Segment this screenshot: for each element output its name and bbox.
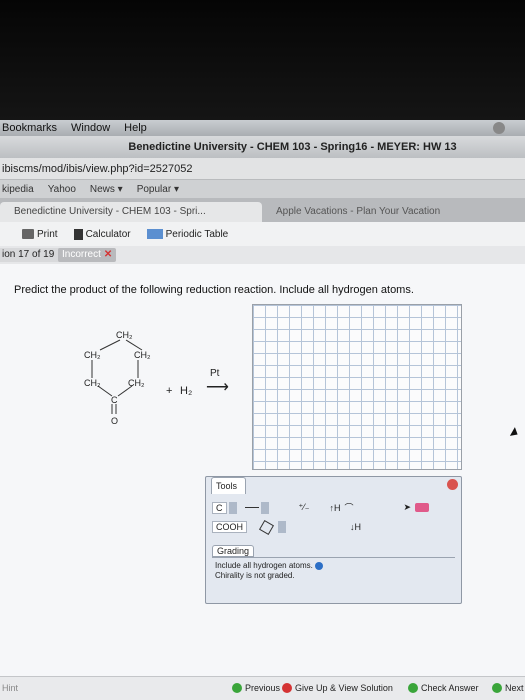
bookmark-popular[interactable]: Popular ▾	[137, 184, 179, 195]
reagent-h2: H₂	[180, 385, 192, 397]
remove-hydrogen-tool[interactable]: ↓H	[350, 522, 361, 532]
add-hydrogen-tool[interactable]: ↑H	[330, 503, 341, 513]
drawing-canvas[interactable]	[252, 304, 462, 470]
printer-icon	[22, 229, 34, 239]
give-up-button[interactable]: Give Up & View Solution	[282, 683, 393, 693]
next-button[interactable]: Next	[492, 683, 524, 693]
menu-window[interactable]: Window	[71, 122, 110, 134]
tools-row-2: COOH ↓H	[212, 519, 361, 535]
reaction-structure: CH₂ CH₂ CH₂ CH₂ CH₂ C O + H₂ Pt ⟶	[84, 330, 229, 426]
grading-note-chirality: Chirality is not graded.	[215, 571, 295, 580]
carbon-atom-button[interactable]: C	[212, 501, 227, 514]
eraser-icon[interactable]	[415, 503, 430, 512]
bookmarks-bar: kipedia Yahoo News ▾ Popular ▾	[0, 180, 525, 198]
periodic-table-button[interactable]: Periodic Table	[146, 228, 229, 240]
bookmark-yahoo[interactable]: Yahoo	[48, 184, 76, 195]
next-arrow-icon	[492, 683, 502, 693]
atom-ch2-lower-right: CH₂	[128, 378, 145, 388]
menu-bar: Bookmarks Window Help	[0, 120, 525, 136]
hint-link[interactable]: Hint	[2, 683, 18, 693]
bond-dropdown-icon[interactable]	[260, 501, 269, 514]
print-label: Print	[37, 228, 58, 240]
atom-ch2-upper-left: CH₂	[84, 350, 101, 360]
periodic-table-label: Periodic Table	[165, 228, 229, 240]
tab-benedictine[interactable]: Benedictine University - CHEM 103 - Spri…	[0, 202, 262, 222]
previous-arrow-icon	[232, 683, 242, 693]
screen-bezel	[0, 0, 525, 120]
status-label: Incorrect	[62, 249, 101, 260]
atom-ch2-upper-right: CH₂	[134, 350, 151, 360]
page-toolbar: Print Calculator Periodic Table	[0, 222, 525, 246]
atom-ch2-lower-left: CH₂	[84, 378, 101, 388]
calculator-button[interactable]: Calculator	[73, 228, 131, 240]
window-title: Benedictine University - CHEM 103 - Spri…	[0, 136, 525, 158]
calculator-icon	[73, 228, 83, 240]
bookmark-wikipedia[interactable]: kipedia	[2, 184, 34, 195]
hexagon-ring-icon[interactable]	[258, 519, 275, 535]
print-button[interactable]: Print	[22, 229, 58, 240]
tab-strip: Benedictine University - CHEM 103 - Spri…	[0, 198, 525, 222]
menu-help[interactable]: Help	[124, 122, 147, 134]
footer-bar: Hint Previous Give Up & View Solution Ch…	[0, 676, 525, 700]
close-icon[interactable]	[447, 479, 458, 490]
select-arrow-icon[interactable]: ➤	[404, 502, 412, 513]
question-number: ion 17 of 19	[0, 248, 61, 262]
question-bar: ion 17 of 19 Incorrect ✕	[0, 246, 525, 264]
charge-tool[interactable]: ⁺⁄₋	[299, 502, 310, 513]
bookmark-news[interactable]: News ▾	[90, 184, 123, 195]
gear-icon[interactable]	[493, 122, 505, 134]
question-content: Predict the product of the following red…	[0, 264, 525, 676]
atom-ch2-top: CH₂	[116, 330, 133, 340]
status-badge: Incorrect ✕	[58, 248, 117, 262]
atom-oxygen: O	[111, 416, 118, 426]
previous-button[interactable]: Previous	[232, 683, 280, 693]
periodic-table-icon	[146, 229, 163, 239]
tools-panel: Tools C ⁺⁄₋ ↑H ⌒ ➤ COOH ↓H Grading Inclu…	[205, 476, 462, 604]
arc-arrow-icon[interactable]: ⌒	[345, 501, 354, 514]
grading-tab[interactable]: Grading	[212, 545, 255, 557]
atom-dropdown-icon[interactable]	[228, 501, 237, 514]
info-icon[interactable]	[314, 561, 323, 570]
tab-apple-vacations[interactable]: Apple Vacations - Plan Your Vacation	[262, 202, 502, 222]
mouse-cursor-icon	[509, 427, 521, 439]
ring-dropdown-icon[interactable]	[278, 521, 286, 533]
cooh-group-button[interactable]: COOH	[212, 521, 247, 533]
grading-notes: Include all hydrogen atoms. Chirality is…	[212, 557, 455, 581]
reaction-arrow: ⟶	[206, 379, 229, 396]
address-bar[interactable]: ibiscms/mod/ibis/view.php?id=2527052	[0, 158, 525, 180]
menu-bookmarks[interactable]: Bookmarks	[2, 122, 57, 134]
question-prompt: Predict the product of the following red…	[14, 284, 414, 296]
checkmark-icon	[408, 683, 418, 693]
tools-tab[interactable]: Tools	[211, 477, 247, 494]
give-up-x-icon	[282, 683, 292, 693]
calculator-label: Calculator	[85, 228, 131, 240]
tools-row-1: C ⁺⁄₋ ↑H ⌒ ➤	[212, 501, 430, 514]
check-answer-button[interactable]: Check Answer	[408, 683, 479, 693]
grading-note-hydrogens: Include all hydrogen atoms.	[215, 561, 455, 571]
catalyst-label: Pt	[210, 368, 220, 379]
single-bond-icon[interactable]	[244, 507, 259, 508]
atom-carbon: C	[111, 395, 118, 405]
incorrect-x-icon: ✕	[103, 249, 113, 260]
plus-sign: +	[166, 385, 172, 397]
tools-header: Tools	[206, 477, 461, 494]
grading-section: Grading Include all hydrogen atoms. Chir…	[212, 545, 455, 581]
